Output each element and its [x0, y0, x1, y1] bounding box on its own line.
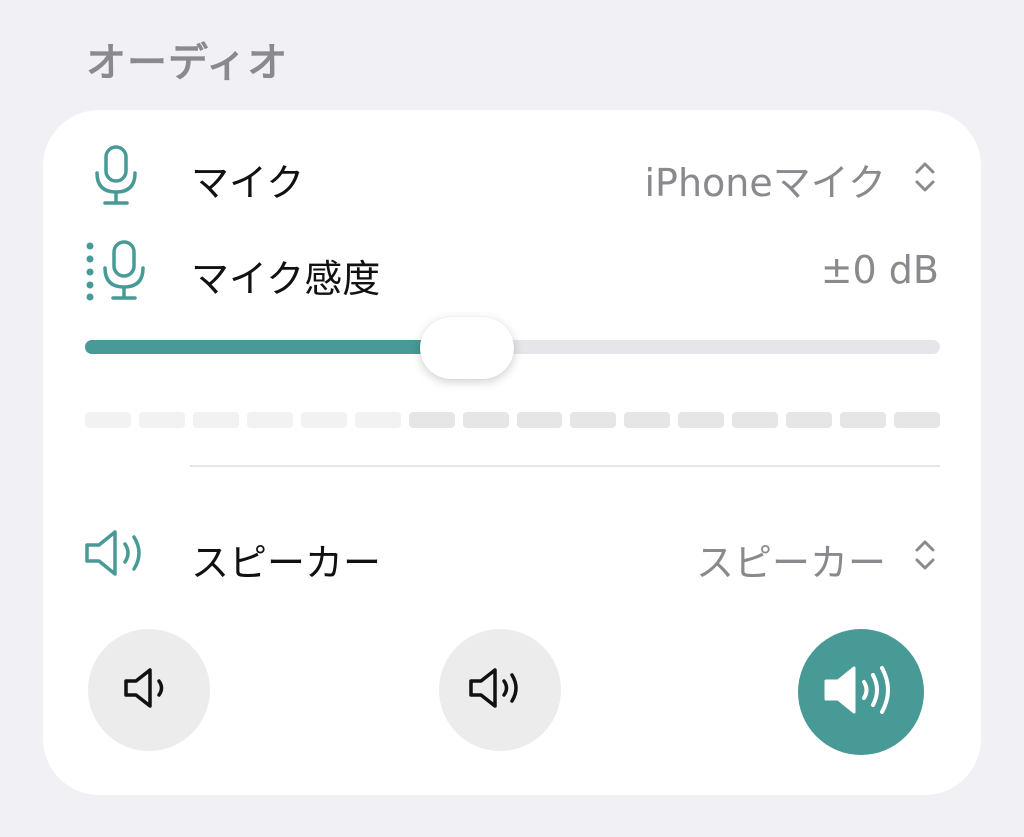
meter-segment: [894, 412, 940, 428]
audio-card: マイク iPhoneマイク マイク感度 ±0 dB スピーカー スピーカー: [43, 110, 981, 795]
meter-segment: [85, 412, 131, 428]
meter-segment: [354, 412, 401, 428]
mic-value[interactable]: iPhoneマイク: [644, 152, 886, 207]
mic-sensitivity-label: マイク感度: [191, 257, 381, 301]
mic-label: マイク: [191, 161, 305, 205]
mic-sensitivity-icon: [83, 240, 149, 306]
microphone-icon: [91, 145, 141, 211]
meter-segment: [732, 412, 779, 428]
meter-segment: [408, 412, 455, 428]
speaker-value[interactable]: スピーカー: [696, 532, 886, 587]
volume-high-button[interactable]: [798, 629, 924, 755]
input-level-meter: [85, 412, 940, 428]
meter-segment: [246, 412, 293, 428]
meter-segment: [624, 412, 671, 428]
speaker-medium-icon: [467, 666, 533, 714]
volume-medium-button[interactable]: [439, 629, 561, 751]
mic-sensitivity-value: ±0 dB: [820, 248, 939, 292]
meter-segment: [300, 412, 347, 428]
meter-segment: [462, 412, 509, 428]
meter-segment: [840, 412, 887, 428]
speaker-icon: [83, 528, 149, 582]
speaker-low-icon: [122, 666, 176, 714]
sensitivity-slider-fill: [85, 340, 468, 354]
meter-segment: [678, 412, 725, 428]
chevron-up-down-icon[interactable]: [913, 160, 937, 198]
meter-segment: [570, 412, 617, 428]
meter-segment: [192, 412, 239, 428]
meter-segment: [138, 412, 185, 428]
section-title: オーディオ: [86, 40, 289, 86]
volume-low-button[interactable]: [88, 629, 210, 751]
meter-segment: [516, 412, 563, 428]
speaker-high-icon: [822, 664, 900, 720]
sensitivity-slider-thumb[interactable]: [420, 317, 515, 379]
divider: [190, 465, 940, 467]
chevron-up-down-icon[interactable]: [913, 538, 937, 576]
meter-segment: [786, 412, 833, 428]
speaker-label: スピーカー: [191, 541, 382, 585]
